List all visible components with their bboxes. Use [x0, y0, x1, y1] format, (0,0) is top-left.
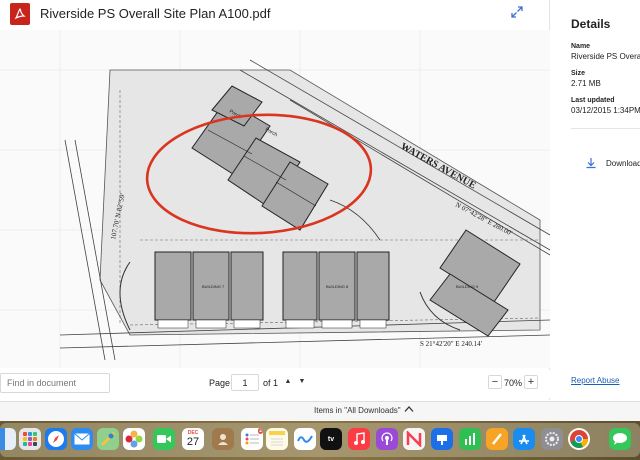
zoom-level: 70%: [504, 378, 523, 388]
details-divider: [571, 128, 640, 129]
building-right-label: BUILDING 9: [456, 284, 479, 289]
numbers-icon[interactable]: [459, 428, 481, 450]
page-down-button[interactable]: ▼: [296, 375, 308, 389]
page-count: of 1: [263, 378, 279, 388]
viewer-header: Riverside PS Overall Site Plan A100.pdf: [0, 0, 550, 28]
keynote-icon[interactable]: [431, 428, 453, 450]
expand-icon[interactable]: [510, 5, 524, 19]
site-plan-page[interactable]: Porch Porch BUILDING 7 BUILDING 8 BUILDI…: [0, 30, 550, 368]
size-value: 2.71 MB: [571, 79, 601, 88]
download-button[interactable]: Download: [606, 159, 640, 168]
report-abuse-link[interactable]: Report Abuse: [571, 376, 619, 385]
calendar-icon[interactable]: DEC 27: [182, 428, 204, 450]
news-icon[interactable]: [403, 428, 425, 450]
freeform-icon[interactable]: [294, 428, 316, 450]
messages-icon[interactable]: [609, 428, 631, 450]
contacts-icon[interactable]: [212, 428, 234, 450]
page-number-input[interactable]: [231, 374, 259, 391]
size-label: Size: [571, 70, 586, 77]
safari-icon[interactable]: [45, 428, 67, 450]
chevron-up-icon[interactable]: [404, 405, 414, 413]
bearing-bottom-label: S 21°42'20" E 240.14': [420, 340, 482, 348]
building-left-label: BUILDING 7: [202, 284, 225, 289]
find-in-document-input[interactable]: [0, 373, 110, 393]
downloads-label[interactable]: Items in "All Downloads": [314, 406, 401, 415]
chrome-icon[interactable]: [568, 428, 590, 450]
site-plan-drawing: Porch Porch BUILDING 7 BUILDING 8 BUILDI…: [0, 30, 550, 368]
pages-icon[interactable]: [486, 428, 508, 450]
pdf-icon: [10, 3, 30, 25]
launchpad-icon[interactable]: [19, 428, 41, 450]
appletv-icon[interactable]: tv: [320, 428, 342, 450]
updated-value: 03/12/2015 1:34PM: [571, 106, 640, 115]
details-heading: Details: [571, 17, 611, 31]
podcasts-icon[interactable]: [376, 428, 398, 450]
page-up-button[interactable]: ▲: [282, 375, 294, 389]
updated-label: Last updated: [571, 97, 615, 104]
maps-icon[interactable]: [97, 428, 119, 450]
zoom-in-button[interactable]: +: [524, 375, 538, 389]
facetime-icon[interactable]: [153, 428, 175, 450]
settings-icon[interactable]: [541, 428, 563, 450]
name-value: Riverside PS Overal: [571, 52, 640, 61]
name-label: Name: [571, 43, 591, 50]
file-title: Riverside PS Overall Site Plan A100.pdf: [40, 6, 271, 21]
reminders-badge: 2: [258, 428, 263, 434]
finder-icon[interactable]: [0, 428, 16, 450]
building-mid-label: BUILDING 8: [326, 284, 349, 289]
download-icon[interactable]: [585, 157, 597, 169]
page-label: Page: [209, 378, 231, 388]
photos-icon[interactable]: [123, 428, 145, 450]
zoom-out-button[interactable]: −: [488, 375, 502, 389]
appstore-icon[interactable]: [513, 428, 535, 450]
calendar-day: 27: [186, 436, 200, 448]
mail-icon[interactable]: [71, 428, 93, 450]
screen: Riverside PS Overall Site Plan A100.pdf: [0, 0, 640, 460]
notes-icon[interactable]: [266, 428, 288, 450]
music-icon[interactable]: [348, 428, 370, 450]
reminders-icon[interactable]: 2: [241, 428, 263, 450]
